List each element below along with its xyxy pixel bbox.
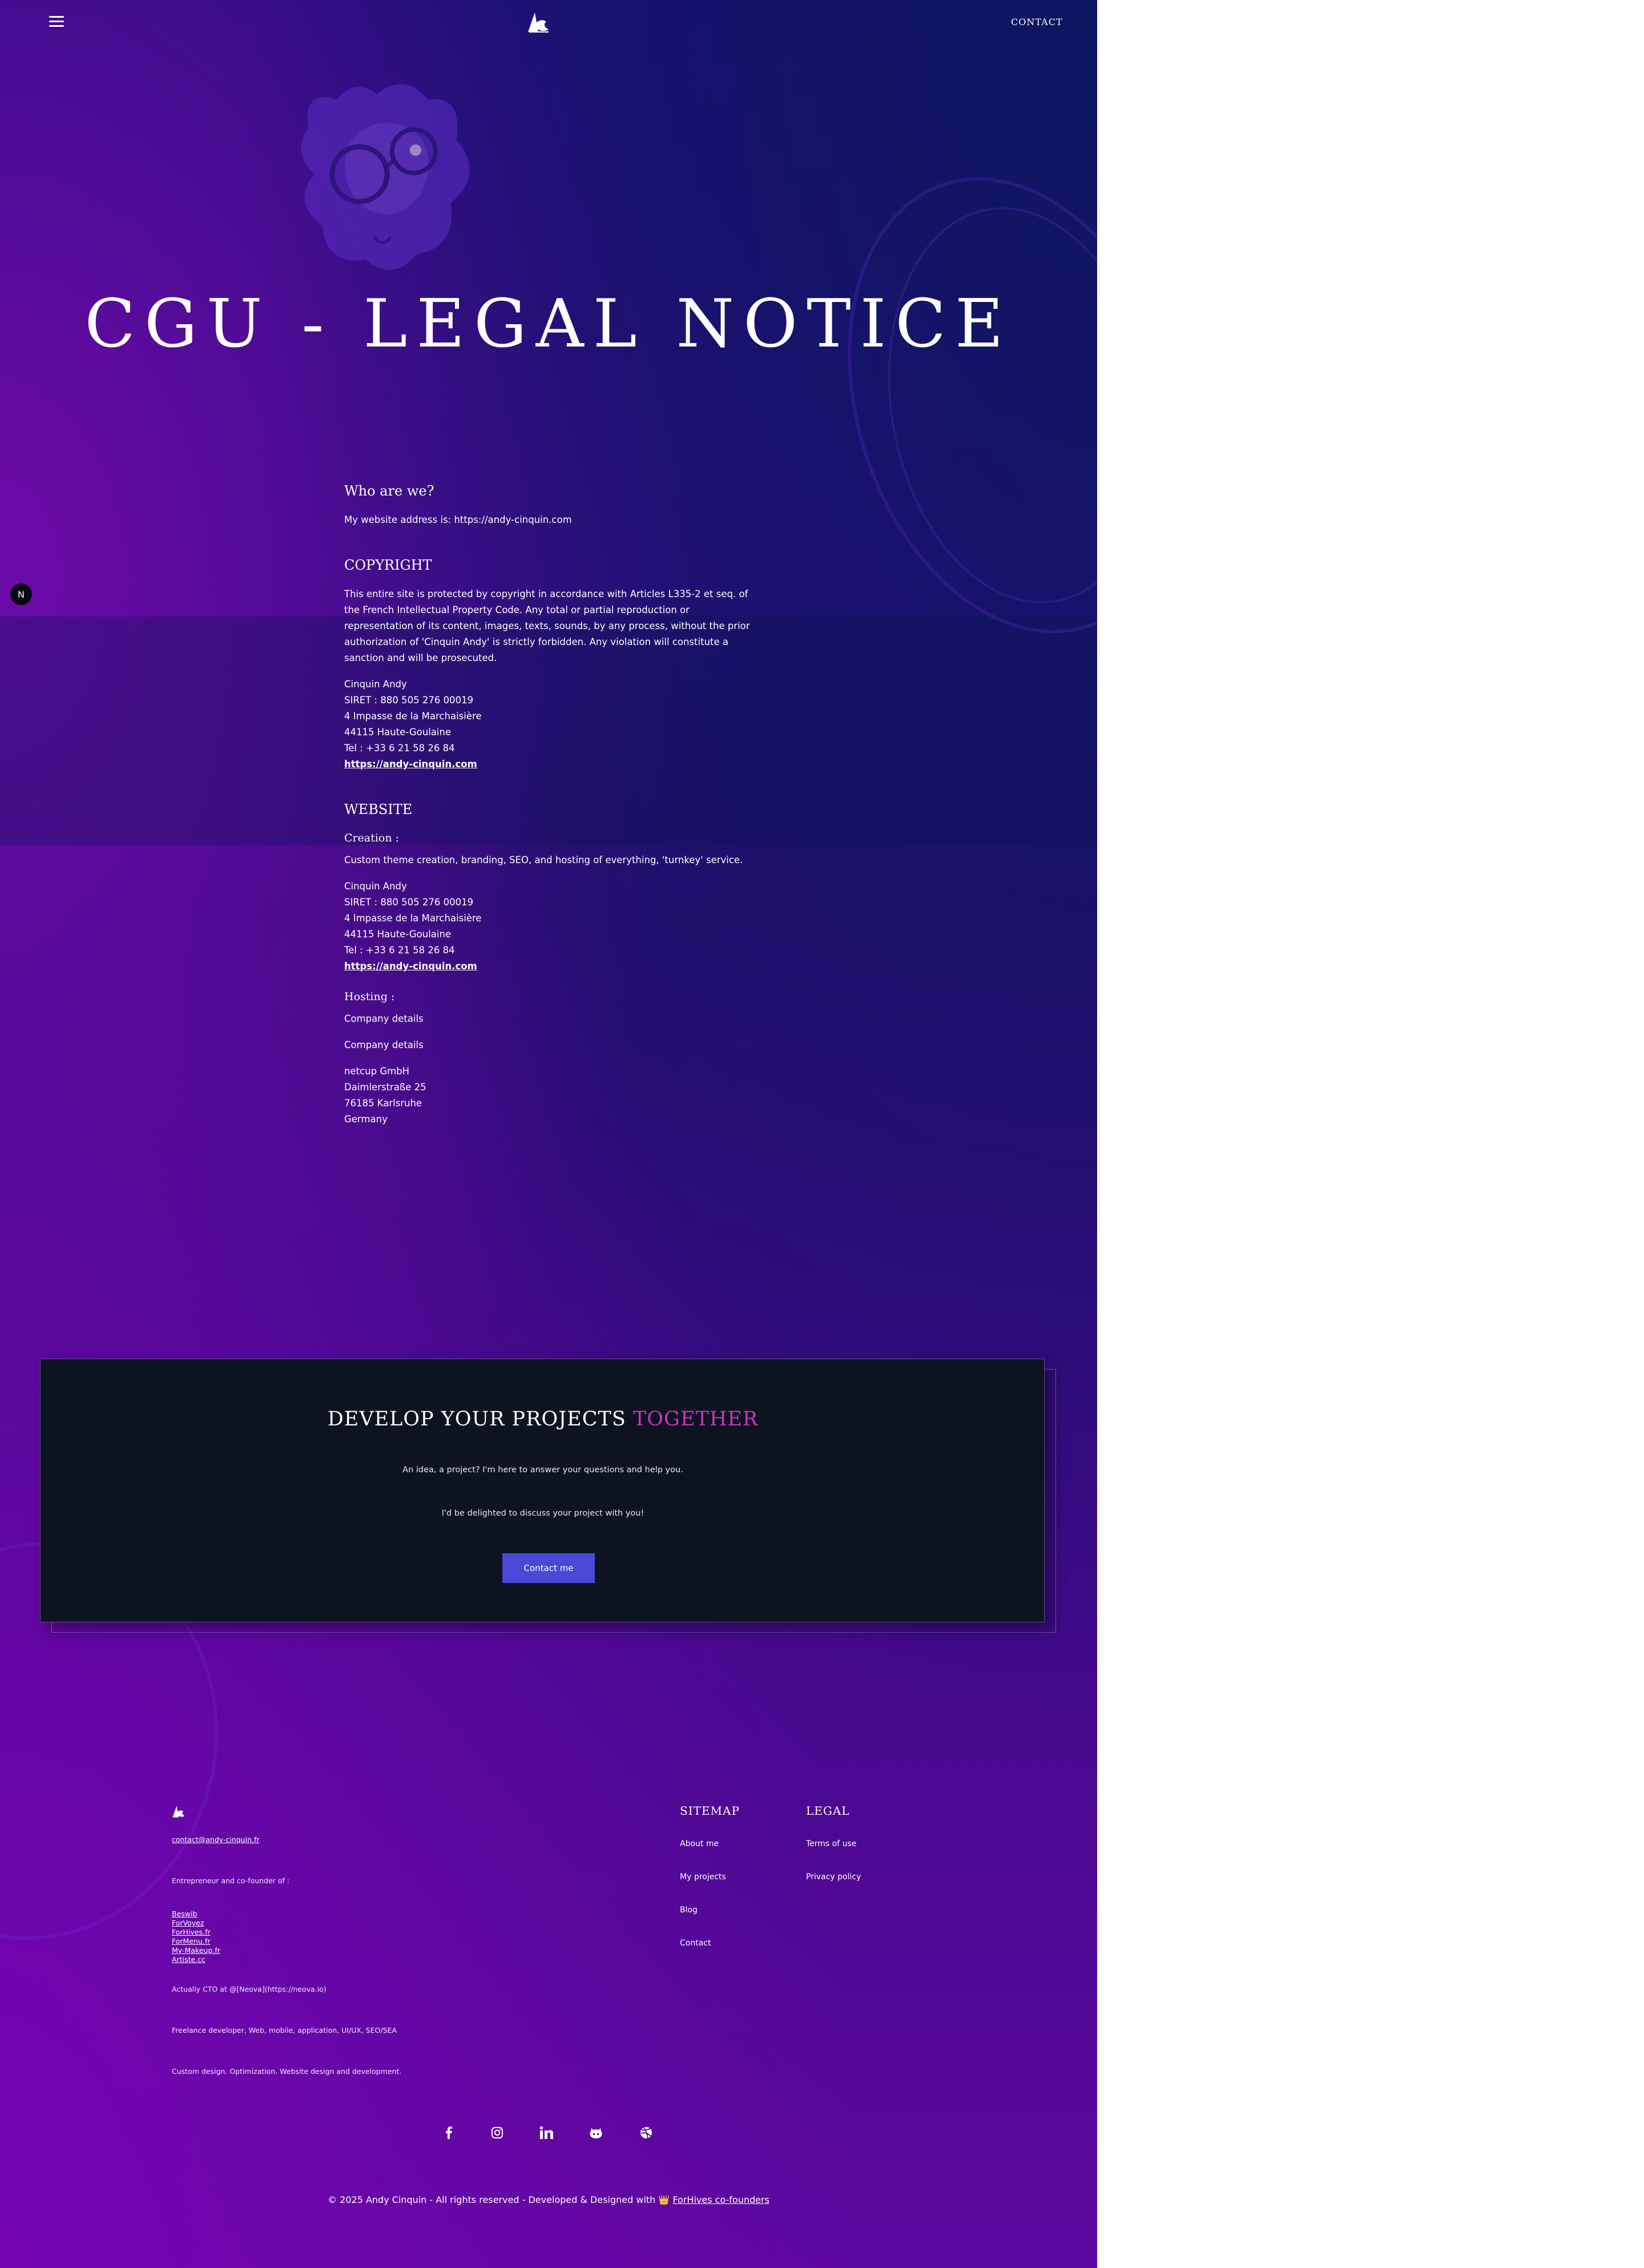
terms-link[interactable]: Terms of use bbox=[806, 1839, 861, 1848]
company-details-1: Company details bbox=[344, 1013, 424, 1024]
floating-badge[interactable]: N bbox=[10, 583, 32, 605]
cta-title: DEVELOP YOUR PROJECTS TOGETHER bbox=[41, 1408, 1045, 1431]
host-street: Daimlerstraße 25 bbox=[344, 1082, 426, 1093]
legal-column: LEGAL Terms of use Privacy policy bbox=[806, 1804, 861, 1906]
sitemap-contact-link[interactable]: Contact bbox=[680, 1939, 740, 1948]
owner-city: 44115 Haute-Goulaine bbox=[344, 727, 452, 738]
page-background: CONTACT CGU - LEGAL NOTICE Who are we? M… bbox=[0, 0, 1097, 2268]
creator-tel: Tel : +33 6 21 58 26 84 bbox=[344, 945, 455, 956]
hamburger-icon[interactable] bbox=[49, 16, 64, 27]
dribbble-icon[interactable] bbox=[638, 2125, 654, 2141]
legal-content: Who are we? My website address is: https… bbox=[344, 482, 761, 1156]
host-country: Germany bbox=[344, 1114, 388, 1125]
header-contact-link[interactable]: CONTACT bbox=[1011, 17, 1063, 27]
who-section: Who are we? My website address is: https… bbox=[344, 482, 761, 528]
copyright-text: © 2025 Andy Cinquin - All rights reserve… bbox=[328, 2194, 673, 2205]
host-city: 76185 Karlsruhe bbox=[344, 1098, 422, 1109]
website-section: WEBSITE Creation : Custom theme creation… bbox=[344, 801, 761, 1127]
mascot-illustration bbox=[301, 84, 470, 270]
creator-address: Cinquin Andy SIRET : 880 505 276 00019 4… bbox=[344, 879, 761, 974]
copyright-heading: COPYRIGHT bbox=[344, 557, 432, 573]
owner-street: 4 Impasse de la Marchaisière bbox=[344, 711, 482, 722]
page-title: CGU - LEGAL NOTICE bbox=[84, 285, 1013, 362]
cta-box: DEVELOP YOUR PROJECTS TOGETHER An idea, … bbox=[40, 1359, 1045, 1622]
venture-link[interactable]: ForMenu.fr bbox=[172, 1937, 220, 1946]
host-address: netcup GmbH Daimlerstraße 25 76185 Karls… bbox=[344, 1063, 761, 1127]
cta-section: DEVELOP YOUR PROJECTS TOGETHER An idea, … bbox=[40, 1359, 1056, 1633]
github-icon[interactable] bbox=[588, 2125, 604, 2141]
venture-link[interactable]: Artiste.cc bbox=[172, 1955, 220, 1964]
venture-link[interactable]: ForVoyez bbox=[172, 1919, 220, 1928]
venture-link[interactable]: My-Makeup.fr bbox=[172, 1946, 220, 1955]
copyright-text: This entire site is protected by copyrig… bbox=[344, 589, 750, 663]
decor-ring-top-right-inner bbox=[857, 186, 1097, 625]
hosting-heading: Hosting : bbox=[344, 990, 395, 1003]
sitemap-column: SITEMAP About me My projects Blog Contac… bbox=[680, 1804, 740, 1972]
creator-name: Cinquin Andy bbox=[344, 881, 407, 892]
owner-website-link[interactable]: https://andy-cinquin.com bbox=[344, 759, 477, 770]
sitemap-projects-link[interactable]: My projects bbox=[680, 1872, 740, 1882]
copyright: © 2025 Andy Cinquin - All rights reserve… bbox=[0, 2194, 1097, 2205]
forhives-link[interactable]: ForHives co-founders bbox=[672, 2194, 769, 2205]
owner-name: Cinquin Andy bbox=[344, 679, 407, 690]
cofounder-label: Entrepreneur and co-founder of : bbox=[172, 1876, 290, 1885]
copyright-address: Cinquin Andy SIRET : 880 505 276 00019 4… bbox=[344, 676, 761, 772]
cta-title-accent: TOGETHER bbox=[632, 1408, 759, 1431]
creator-website-link[interactable]: https://andy-cinquin.com bbox=[344, 961, 477, 972]
copyright-section: COPYRIGHT This entire site is protected … bbox=[344, 557, 761, 772]
company-details-2: Company details bbox=[344, 1040, 424, 1050]
who-heading: Who are we? bbox=[344, 483, 434, 499]
who-text: My website address is: https://andy-cinq… bbox=[344, 514, 572, 525]
freelance-line: Freelance developer, Web, mobile, applic… bbox=[172, 2026, 397, 2035]
facebook-icon[interactable] bbox=[441, 2125, 457, 2141]
cta-line-1: An idea, a project? I'm here to answer y… bbox=[402, 1465, 683, 1475]
sitemap-about-link[interactable]: About me bbox=[680, 1839, 740, 1848]
instagram-icon[interactable] bbox=[489, 2125, 505, 2141]
contact-me-button[interactable]: Contact me bbox=[502, 1553, 595, 1583]
sitemap-heading: SITEMAP bbox=[680, 1804, 740, 1818]
design-line: Custom design. Optimization. Website des… bbox=[172, 2067, 402, 2076]
creator-city: 44115 Haute-Goulaine bbox=[344, 929, 452, 940]
ventures-list: Beswib ForVoyez ForHives.fr ForMenu.fr M… bbox=[172, 1910, 220, 1964]
website-heading: WEBSITE bbox=[344, 801, 413, 817]
creator-street: 4 Impasse de la Marchaisière bbox=[344, 913, 482, 924]
sitemap-blog-link[interactable]: Blog bbox=[680, 1906, 740, 1915]
creation-text: Custom theme creation, branding, SEO, an… bbox=[344, 855, 743, 865]
ac-logo-icon[interactable] bbox=[526, 10, 551, 33]
venture-link[interactable]: Beswib bbox=[172, 1910, 220, 1919]
creation-heading: Creation : bbox=[344, 832, 400, 844]
legal-heading: LEGAL bbox=[806, 1804, 850, 1818]
footer-email-link[interactable]: contact@andy-cinquin.fr bbox=[172, 1835, 260, 1844]
linkedin-icon[interactable] bbox=[538, 2125, 554, 2141]
cto-line: Actually CTO at @[Neova](https://neova.i… bbox=[172, 1985, 327, 1993]
cta-title-main: DEVELOP YOUR PROJECTS bbox=[327, 1408, 633, 1431]
footer-logo-icon[interactable] bbox=[171, 1804, 186, 1819]
cta-line-2: I'd be delighted to discuss your project… bbox=[441, 1509, 644, 1518]
host-name: netcup GmbH bbox=[344, 1066, 410, 1077]
privacy-link[interactable]: Privacy policy bbox=[806, 1872, 861, 1882]
decor-ring-top-right bbox=[792, 133, 1097, 678]
owner-siret: SIRET : 880 505 276 00019 bbox=[344, 695, 474, 706]
creator-siret: SIRET : 880 505 276 00019 bbox=[344, 897, 474, 908]
owner-tel: Tel : +33 6 21 58 26 84 bbox=[344, 743, 455, 754]
venture-link[interactable]: ForHives.fr bbox=[172, 1928, 220, 1937]
